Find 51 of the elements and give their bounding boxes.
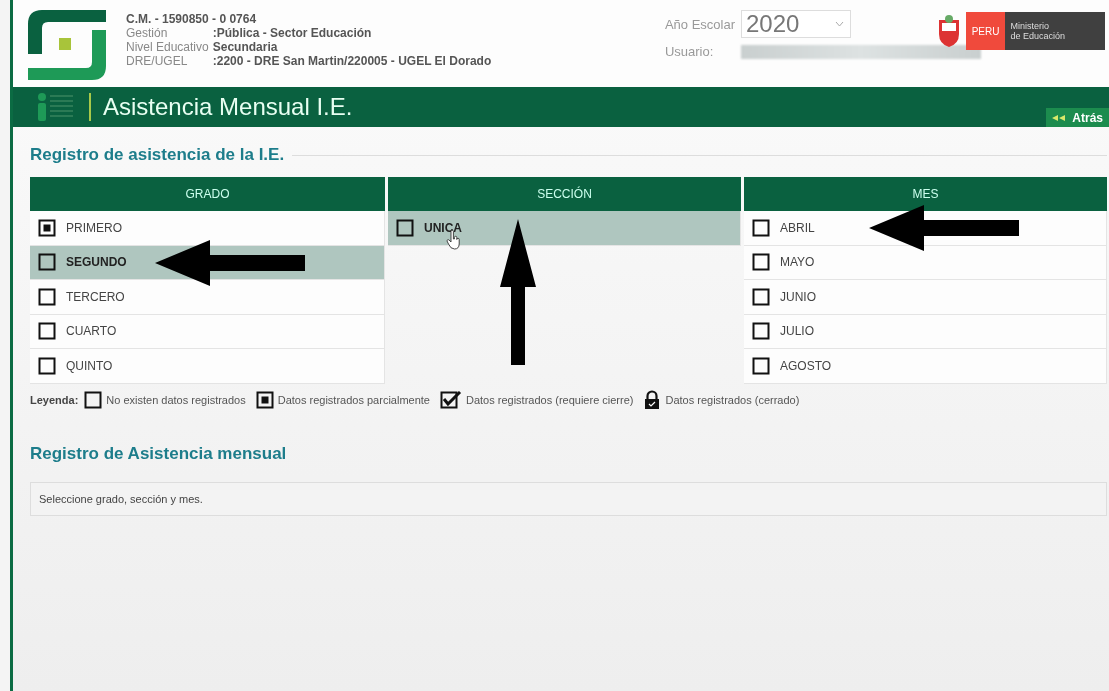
legend-text: Datos registrados (cerrado) (665, 394, 800, 406)
empty-checkbox-icon[interactable] (396, 218, 414, 237)
list-item[interactable]: AGOSTO (744, 349, 1107, 384)
user-label: Usuario: (664, 44, 715, 59)
list-item[interactable]: UNICA (388, 211, 741, 246)
logo-icon (28, 10, 106, 80)
page-title: Asistencia Mensual I.E. (103, 93, 353, 121)
empty-checkbox-icon[interactable] (38, 287, 56, 306)
info-label: DRE/UGEL (126, 54, 189, 68)
empty-checkbox-icon[interactable] (38, 356, 56, 375)
list-item[interactable]: CUARTO (30, 314, 385, 349)
legend-text: Datos registrados (requiere cierre) (465, 394, 634, 406)
section-title: Registro de asistencia de la I.E. (30, 145, 285, 165)
section-title: Registro de Asistencia mensual (30, 444, 288, 464)
legend-label: Leyenda: (30, 394, 79, 406)
list-item[interactable]: MAYO (744, 245, 1107, 280)
list-item[interactable]: JULIO (744, 314, 1107, 349)
column-header: SECCIÓN (388, 177, 741, 211)
back-button[interactable]: Atrás (1046, 108, 1109, 127)
column-header: GRADO (30, 177, 385, 211)
info-label: Gestión (126, 26, 169, 40)
empty-checkbox-icon[interactable] (752, 218, 770, 237)
message-box: Seleccione grado, sección y mes. (30, 482, 1107, 516)
empty-checkbox-icon[interactable] (38, 253, 56, 272)
chevron-down-icon (835, 21, 844, 27)
info-value: :Pública - Sector Educación (212, 26, 373, 40)
year-select[interactable]: 2020 (741, 10, 851, 38)
partial-checkbox-icon[interactable] (38, 218, 56, 237)
legend-text: No existen datos registrados (106, 394, 246, 406)
list-item[interactable]: TERCERO (30, 280, 385, 315)
double-arrow-left-icon (1052, 114, 1067, 121)
year-label: Año Escolar (664, 16, 735, 32)
list-item[interactable]: JUNIO (744, 280, 1107, 315)
info-value: Secundaria (212, 40, 279, 54)
brand-country: PERU (965, 12, 1006, 50)
column-header: MES (744, 177, 1107, 211)
empty-checkbox-icon[interactable] (752, 356, 770, 375)
info-value: :2200 - DRE San Martin/220005 - UGEL El Dorado (212, 54, 492, 68)
legend-text: Datos registrados parcialmente (277, 394, 430, 406)
list-item[interactable]: PRIMERO (30, 211, 385, 246)
empty-checkbox-icon[interactable] (84, 391, 103, 409)
empty-checkbox-icon[interactable] (752, 322, 770, 341)
ministry-label: Ministerio de Educación (1005, 12, 1105, 50)
empty-checkbox-icon[interactable] (752, 253, 770, 272)
empty-checkbox-icon[interactable] (752, 287, 770, 306)
empty-checkbox-icon[interactable] (38, 322, 56, 341)
partial-checkbox-icon[interactable] (255, 391, 274, 409)
list-item[interactable]: QUINTO (30, 349, 385, 384)
person-list-icon (35, 92, 75, 122)
info-code: C.M. - 1590850 - 0 0764 (126, 12, 258, 26)
info-label: Nivel Educativo (126, 40, 209, 54)
